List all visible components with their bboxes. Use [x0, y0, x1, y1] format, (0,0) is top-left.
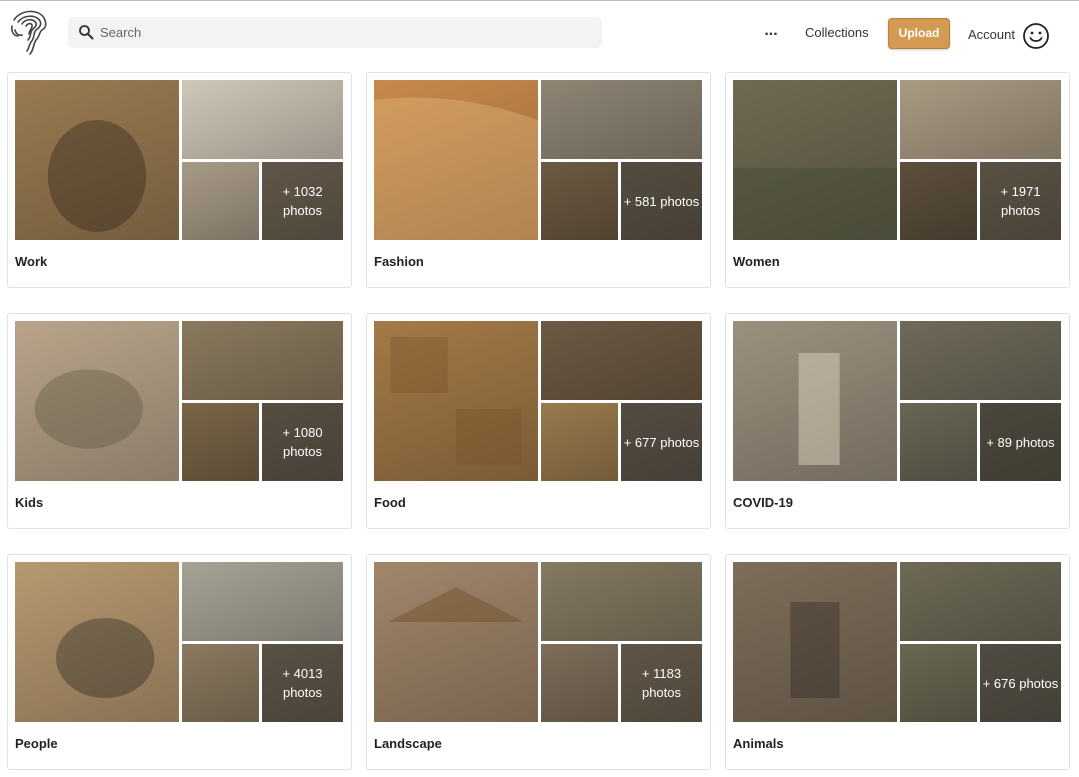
collection-title[interactable]: Landscape	[374, 736, 442, 751]
collection-photo-top-right[interactable]	[182, 562, 343, 641]
collection-title[interactable]: People	[15, 736, 58, 751]
search-bar[interactable]	[68, 17, 602, 48]
collection-card[interactable]: + 1971 photos Women	[725, 72, 1070, 288]
search-icon	[79, 25, 94, 40]
collection-photo-bottom-left[interactable]	[182, 644, 259, 722]
collections-link[interactable]: Collections	[805, 25, 869, 40]
collection-photo-top-right[interactable]	[182, 321, 343, 400]
photo-count-overlay[interactable]: + 677 photos	[621, 403, 702, 481]
collection-photo-main[interactable]	[733, 80, 897, 240]
collection-photo-bottom-left[interactable]	[900, 403, 977, 481]
collection-photo-top-right[interactable]	[900, 321, 1061, 400]
collection-title[interactable]: Women	[733, 254, 780, 269]
collection-photo-top-right[interactable]	[182, 80, 343, 159]
collection-title[interactable]: COVID-19	[733, 495, 793, 510]
collection-photo-top-right[interactable]	[541, 321, 702, 400]
collection-title[interactable]: Animals	[733, 736, 784, 751]
collection-photo-bottom-left[interactable]	[900, 162, 977, 240]
collection-photo-main[interactable]	[15, 562, 179, 722]
app-header: ... Collections Upload Account	[0, 0, 1079, 68]
collection-photo-top-right[interactable]	[541, 80, 702, 159]
photo-count-overlay[interactable]: + 1183 photos	[621, 644, 702, 722]
collection-photo-top-right[interactable]	[541, 562, 702, 641]
collection-title[interactable]: Food	[374, 495, 406, 510]
collection-card[interactable]: + 1032 photos Work	[7, 72, 352, 288]
collection-photo-top-right[interactable]	[900, 80, 1061, 159]
collection-photo-main[interactable]	[733, 562, 897, 722]
collection-photo-bottom-left[interactable]	[182, 162, 259, 240]
more-options-icon[interactable]: ...	[760, 23, 782, 42]
collection-photo-bottom-left[interactable]	[182, 403, 259, 481]
collection-photo-main[interactable]	[374, 80, 538, 240]
collection-photo-bottom-left[interactable]	[541, 162, 618, 240]
collection-card[interactable]: + 89 photos COVID-19	[725, 313, 1070, 529]
collection-card[interactable]: + 1183 photos Landscape	[366, 554, 711, 770]
collection-card[interactable]: + 4013 photos People	[7, 554, 352, 770]
search-input[interactable]	[100, 21, 580, 44]
collection-photo-top-right[interactable]	[900, 562, 1061, 641]
photo-count-overlay[interactable]: + 676 photos	[980, 644, 1061, 722]
photo-count-overlay[interactable]: + 1971 photos	[980, 162, 1061, 240]
collection-photo-main[interactable]	[374, 562, 538, 722]
collection-photo-main[interactable]	[733, 321, 897, 481]
photo-count-overlay[interactable]: + 89 photos	[980, 403, 1061, 481]
collection-photo-bottom-left[interactable]	[900, 644, 977, 722]
collection-photo-main[interactable]	[15, 321, 179, 481]
collection-title[interactable]: Kids	[15, 495, 43, 510]
upload-button[interactable]: Upload	[888, 18, 950, 49]
collection-card[interactable]: + 677 photos Food	[366, 313, 711, 529]
collection-photo-bottom-left[interactable]	[541, 403, 618, 481]
collection-photo-main[interactable]	[15, 80, 179, 240]
collection-photo-bottom-left[interactable]	[541, 644, 618, 722]
collection-photo-main[interactable]	[374, 321, 538, 481]
photo-count-overlay[interactable]: + 4013 photos	[262, 644, 343, 722]
collection-title[interactable]: Work	[15, 254, 47, 269]
photo-count-overlay[interactable]: + 581 photos	[621, 162, 702, 240]
smiley-avatar-icon[interactable]	[1022, 22, 1050, 50]
collection-card[interactable]: + 676 photos Animals	[725, 554, 1070, 770]
fingerprint-africa-logo-icon[interactable]	[6, 6, 50, 58]
collection-title[interactable]: Fashion	[374, 254, 424, 269]
account-link[interactable]: Account	[968, 27, 1015, 42]
collection-card[interactable]: + 581 photos Fashion	[366, 72, 711, 288]
collection-card[interactable]: + 1080 photos Kids	[7, 313, 352, 529]
photo-count-overlay[interactable]: + 1080 photos	[262, 403, 343, 481]
photo-count-overlay[interactable]: + 1032 photos	[262, 162, 343, 240]
